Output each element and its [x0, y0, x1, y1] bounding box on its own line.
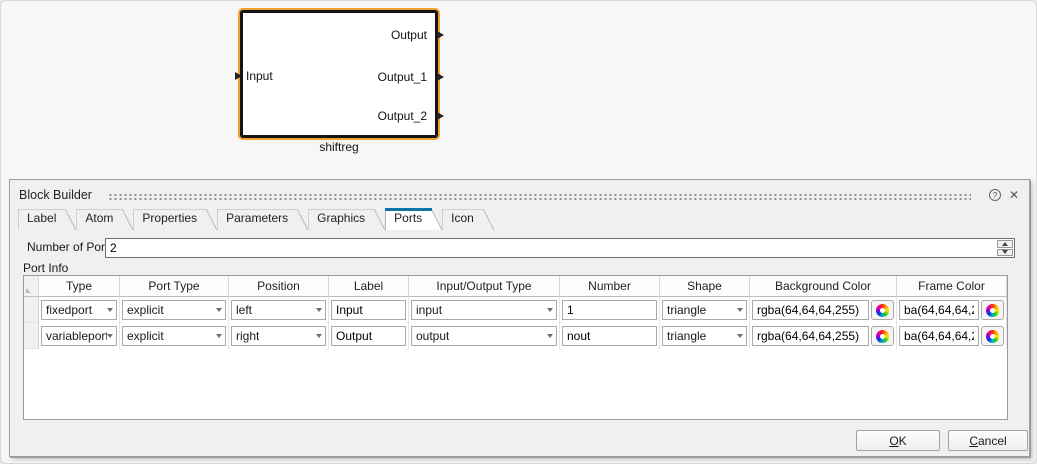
- tab-atom[interactable]: Atom: [76, 208, 120, 230]
- output1-port-label: Output_1: [378, 70, 427, 84]
- shiftreg-block[interactable]: Input Output Output_1 Output_2: [240, 10, 438, 138]
- port-info-label: Port Info: [23, 261, 68, 275]
- dialog-titlebar[interactable]: Block Builder ? ✕: [10, 180, 1029, 207]
- block-builder-dialog: Block Builder ? ✕ Label Atom Properties …: [9, 179, 1030, 457]
- col-header-port-type[interactable]: Port Type: [120, 276, 229, 297]
- spin-up-button[interactable]: [997, 240, 1013, 248]
- chevron-down-icon: [547, 334, 553, 338]
- table-corner-cell[interactable]: [24, 276, 39, 297]
- cancel-button[interactable]: Cancel: [948, 430, 1028, 451]
- tab-icon[interactable]: Icon: [442, 208, 481, 230]
- tab-parameters[interactable]: Parameters: [217, 208, 295, 230]
- position-select[interactable]: right: [231, 326, 326, 346]
- number-of-ports-spinner: [997, 240, 1013, 256]
- chevron-down-icon: [316, 308, 322, 312]
- port-type-select[interactable]: explicit: [122, 326, 226, 346]
- output-port-arrow-icon: [437, 112, 444, 120]
- number-input[interactable]: [562, 326, 657, 346]
- spin-down-button[interactable]: [997, 249, 1013, 257]
- port-type-select[interactable]: explicit: [122, 300, 226, 320]
- col-header-position[interactable]: Position: [229, 276, 329, 297]
- chevron-down-icon: [216, 308, 222, 312]
- corner-mark-icon: [26, 288, 31, 293]
- table-header-row: Type Port Type Position Label Input/Outp…: [24, 276, 1007, 297]
- frame-color-input[interactable]: [899, 326, 979, 346]
- chevron-down-icon: [107, 334, 113, 338]
- screenshot-root: Input Output Output_1 Output_2 shiftreg …: [0, 0, 1037, 464]
- row-header[interactable]: [24, 323, 39, 349]
- background-color-picker-button[interactable]: [871, 326, 894, 346]
- tab-graphics[interactable]: Graphics: [308, 208, 372, 230]
- number-input[interactable]: [562, 300, 657, 320]
- col-header-shape[interactable]: Shape: [660, 276, 750, 297]
- input-port-label: Input: [246, 69, 273, 83]
- chevron-down-icon: [316, 334, 322, 338]
- tab-ports[interactable]: Ports: [385, 208, 429, 230]
- help-button[interactable]: ?: [988, 188, 1002, 202]
- number-of-ports-row: Number of Ports: [10, 238, 1029, 258]
- chevron-down-icon: [216, 334, 222, 338]
- dialog-title: Block Builder: [19, 188, 92, 202]
- tab-label[interactable]: Label: [18, 208, 63, 230]
- row-header[interactable]: [24, 297, 39, 323]
- frame-color-picker-button[interactable]: [981, 326, 1004, 346]
- col-header-background-color[interactable]: Background Color: [750, 276, 897, 297]
- chevron-down-icon: [107, 308, 113, 312]
- color-wheel-icon: [986, 330, 999, 343]
- block-caption: shiftreg: [240, 140, 438, 154]
- color-wheel-icon: [876, 304, 889, 317]
- shape-select[interactable]: triangle: [662, 300, 747, 320]
- io-type-select[interactable]: output: [411, 326, 557, 346]
- titlebar-drag-texture[interactable]: [108, 192, 971, 200]
- type-select[interactable]: variableport: [41, 326, 117, 346]
- label-input[interactable]: [331, 300, 406, 320]
- frame-color-input[interactable]: [899, 300, 979, 320]
- ok-button[interactable]: OK: [856, 430, 940, 451]
- table-row: fixedport explicit left input triangle: [24, 297, 1007, 323]
- color-wheel-icon: [986, 304, 999, 317]
- port-info-table: Type Port Type Position Label Input/Outp…: [23, 275, 1008, 420]
- chevron-down-icon: [737, 334, 743, 338]
- arrow-up-icon: [1002, 242, 1008, 246]
- col-header-io-type[interactable]: Input/Output Type: [409, 276, 560, 297]
- arrow-down-icon: [1002, 250, 1008, 254]
- background-color-input[interactable]: [752, 300, 869, 320]
- label-input[interactable]: [331, 326, 406, 346]
- io-type-select[interactable]: input: [411, 300, 557, 320]
- help-icon: ?: [989, 189, 1001, 201]
- col-header-number[interactable]: Number: [560, 276, 660, 297]
- background-color-picker-button[interactable]: [871, 300, 894, 320]
- output-port-arrow-icon: [437, 31, 444, 39]
- close-button[interactable]: ✕: [1007, 188, 1021, 202]
- tab-bar: Label Atom Properties Parameters Graphic…: [10, 207, 1029, 230]
- col-header-frame-color[interactable]: Frame Color: [897, 276, 1007, 297]
- color-wheel-icon: [876, 330, 889, 343]
- type-select[interactable]: fixedport: [41, 300, 117, 320]
- tab-properties[interactable]: Properties: [133, 208, 204, 230]
- number-of-ports-label: Number of Ports: [27, 240, 114, 254]
- number-of-ports-input[interactable]: [105, 238, 1015, 258]
- col-header-type[interactable]: Type: [39, 276, 120, 297]
- output-port-arrow-icon: [437, 73, 444, 81]
- col-header-label[interactable]: Label: [329, 276, 409, 297]
- close-icon: ✕: [1009, 188, 1019, 202]
- table-row: variableport explicit right output trian…: [24, 323, 1007, 349]
- output-port-label: Output: [391, 28, 427, 42]
- chevron-down-icon: [737, 308, 743, 312]
- chevron-down-icon: [547, 308, 553, 312]
- input-port-arrow-icon: [235, 72, 242, 80]
- output2-port-label: Output_2: [378, 109, 427, 123]
- shape-select[interactable]: triangle: [662, 326, 747, 346]
- background-color-input[interactable]: [752, 326, 869, 346]
- position-select[interactable]: left: [231, 300, 326, 320]
- frame-color-picker-button[interactable]: [981, 300, 1004, 320]
